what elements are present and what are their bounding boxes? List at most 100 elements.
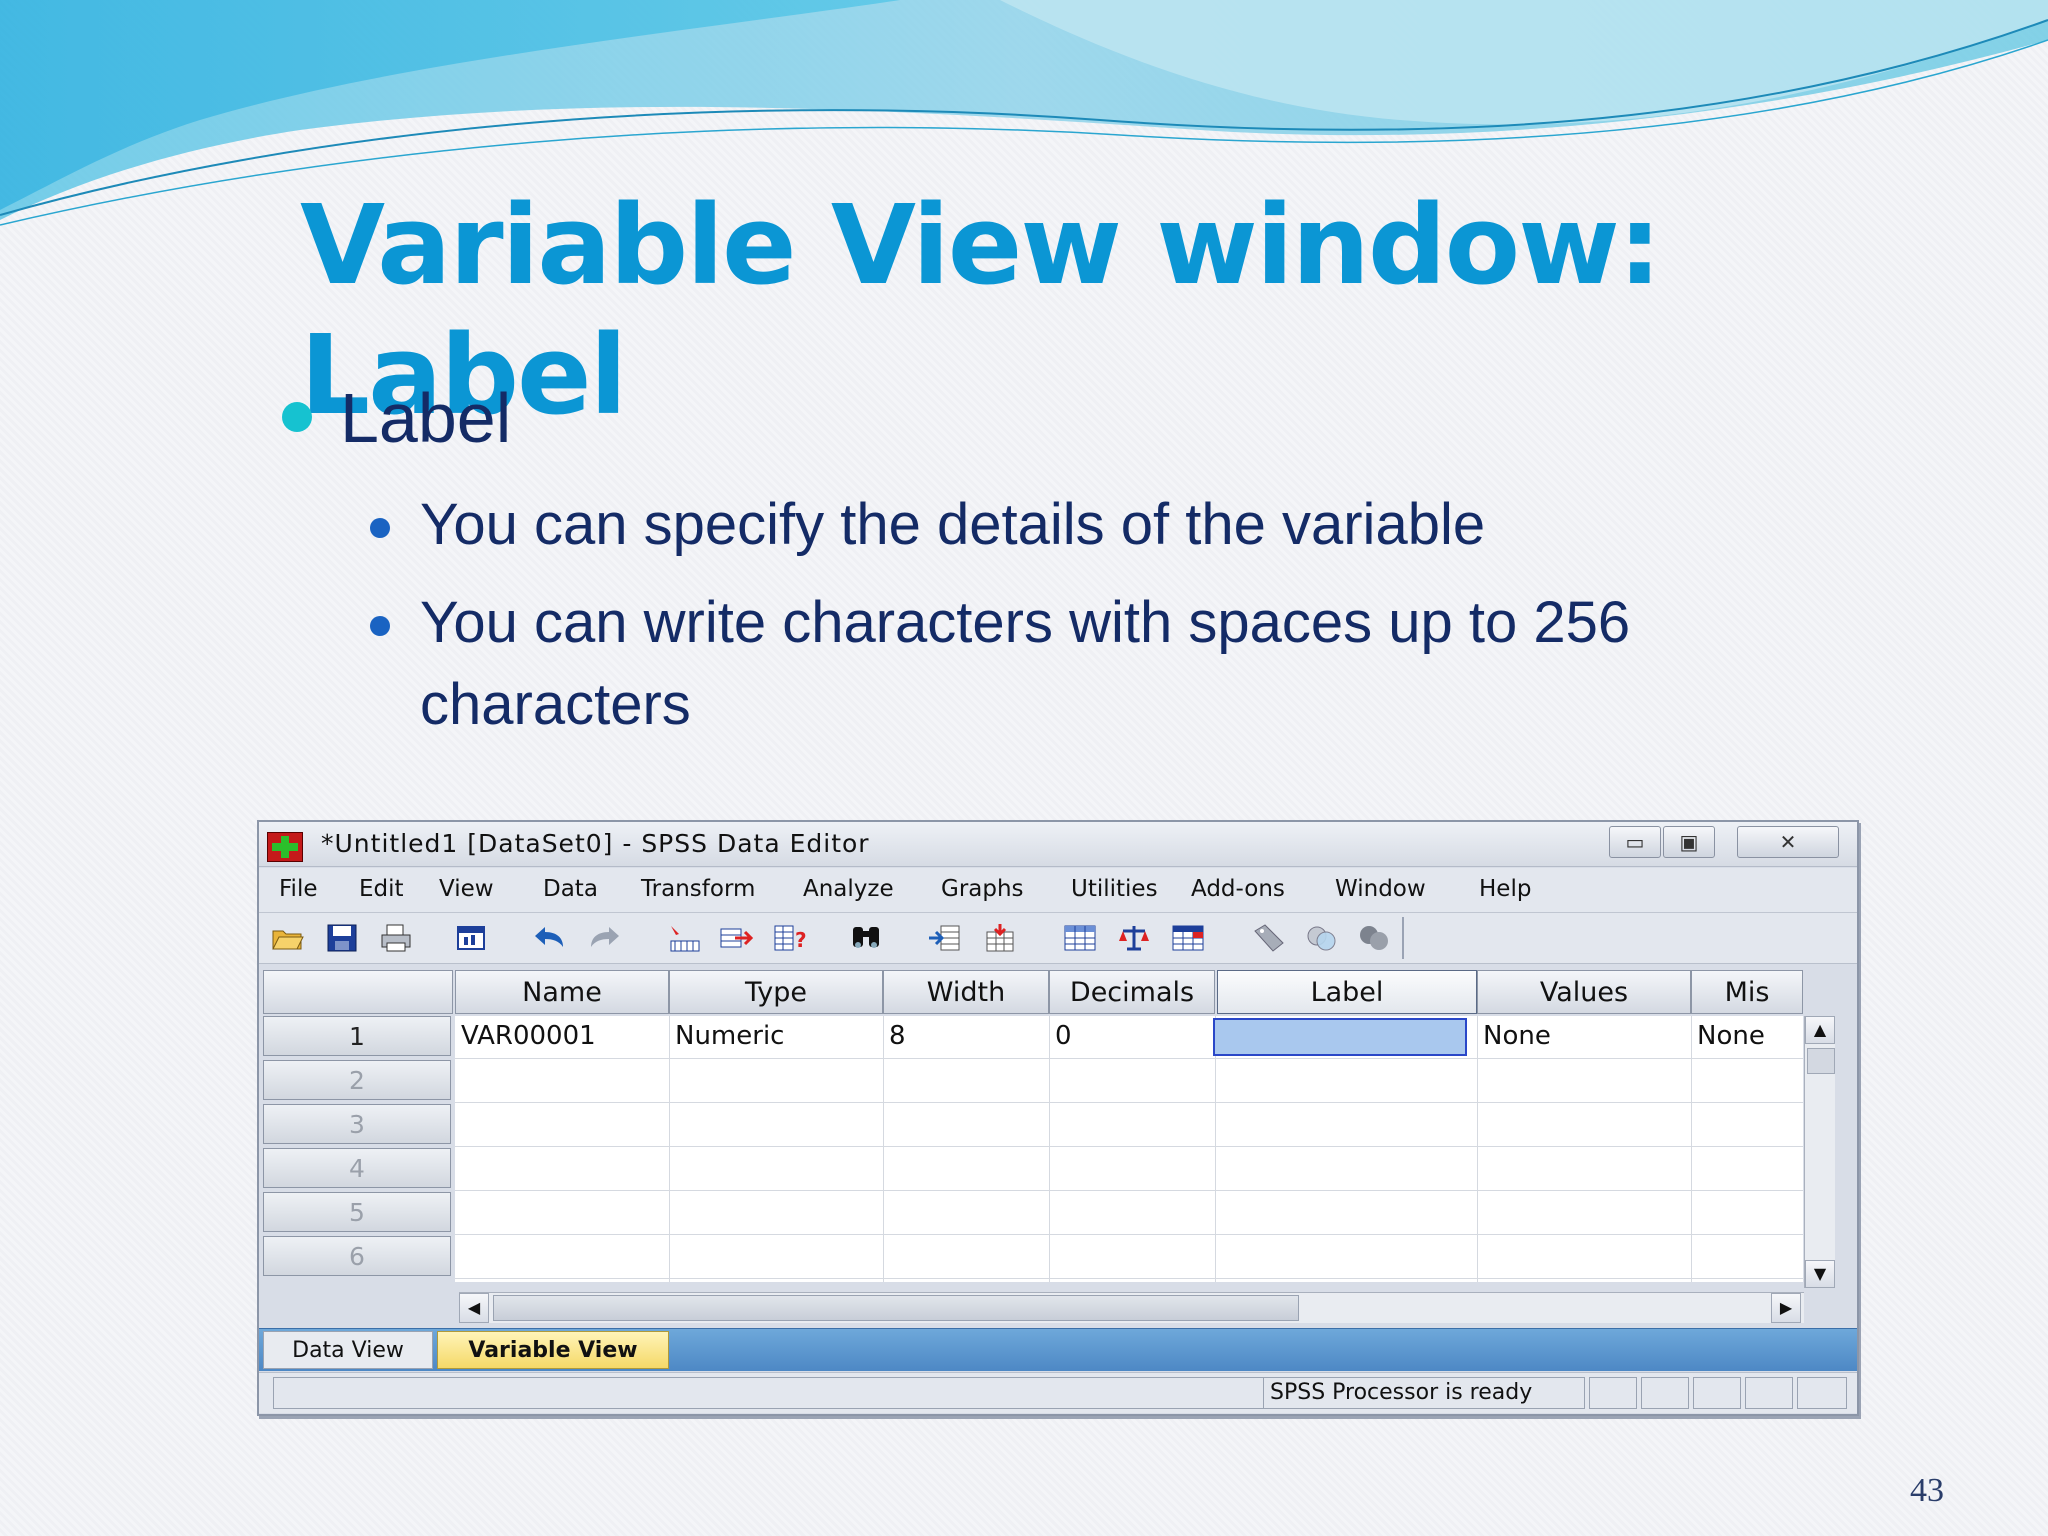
page-number: 43 [1910, 1472, 1944, 1509]
cell-label-selected[interactable] [1213, 1018, 1467, 1056]
status-pane [1589, 1377, 1637, 1409]
use-sets-icon[interactable] [1305, 923, 1339, 953]
minimize-button[interactable]: ▭ [1609, 826, 1661, 858]
horizontal-scrollbar[interactable]: ◀ ▶ [459, 1292, 1804, 1323]
menu-data[interactable]: Data [543, 876, 598, 902]
scroll-left-arrow[interactable]: ◀ [459, 1293, 489, 1323]
grid-line [883, 1016, 884, 1282]
grid-line [1691, 1016, 1692, 1282]
sub-bullet-line: characters [420, 672, 691, 737]
show-all-variables-icon[interactable] [1357, 923, 1391, 953]
svg-text:?: ? [795, 928, 807, 952]
menu-view[interactable]: View [439, 876, 494, 902]
grid-line [455, 1190, 1803, 1191]
menu-add-ons[interactable]: Add-ons [1191, 876, 1285, 902]
bullet-text: Label [340, 379, 512, 457]
sub-bullet-line: You can write characters with spaces up … [420, 590, 1631, 655]
maximize-button[interactable]: ▣ [1663, 826, 1715, 858]
vertical-scrollbar[interactable]: ▲ ▼ [1804, 1016, 1835, 1288]
save-icon[interactable] [325, 923, 359, 953]
window-titlebar[interactable]: *Untitled1 [DataSet0] - SPSS Data Editor… [259, 822, 1857, 867]
window-title: *Untitled1 [DataSet0] - SPSS Data Editor [321, 829, 870, 858]
menu-window[interactable]: Window [1335, 876, 1426, 902]
processor-status-text: SPSS Processor is ready [1270, 1380, 1533, 1405]
grid-line [455, 1058, 1803, 1059]
status-pane [1641, 1377, 1689, 1409]
sub-bullet-dot [370, 518, 390, 538]
sub-bullet-text: You can write characters with spaces up … [420, 582, 1630, 746]
undo-icon[interactable] [533, 923, 567, 953]
row-header[interactable]: 5 [263, 1192, 451, 1232]
cell-name[interactable]: VAR00001 [461, 1016, 596, 1056]
goto-variable-icon[interactable] [719, 923, 753, 953]
open-icon[interactable] [271, 923, 305, 953]
grid-line [1049, 1016, 1050, 1282]
vertical-scroll-thumb[interactable] [1807, 1048, 1835, 1074]
close-button[interactable]: ✕ [1737, 826, 1839, 858]
sub-bullet-text: You can specify the details of the varia… [420, 492, 1486, 557]
sub-bullet-dot [370, 616, 390, 636]
column-header-label[interactable]: Label [1217, 970, 1477, 1014]
view-tabs: Data View Variable View [259, 1328, 1857, 1371]
insert-variable-icon[interactable] [983, 923, 1017, 953]
bullet-dot [282, 402, 312, 432]
cell-decimals[interactable]: 0 [1055, 1016, 1072, 1056]
grid-line [455, 1102, 1803, 1103]
cell-missing[interactable]: None [1697, 1016, 1765, 1056]
status-pane-processor: SPSS Processor is ready [1263, 1377, 1585, 1409]
row-header[interactable]: 4 [263, 1148, 451, 1188]
horizontal-scroll-thumb[interactable] [493, 1295, 1299, 1321]
scroll-up-arrow[interactable]: ▲ [1805, 1016, 1835, 1044]
column-header-decimals[interactable]: Decimals [1049, 970, 1215, 1014]
column-header-values[interactable]: Values [1477, 970, 1691, 1014]
toolbar: ? [259, 913, 1857, 964]
tab-variable-view[interactable]: Variable View [437, 1331, 669, 1369]
column-header-missing[interactable]: Mis [1691, 970, 1803, 1014]
weight-cases-icon[interactable] [1117, 923, 1151, 953]
cell-type[interactable]: Numeric [675, 1016, 784, 1056]
find-icon[interactable] [849, 923, 883, 953]
split-file-icon[interactable] [1063, 923, 1097, 953]
spss-data-editor-window: *Untitled1 [DataSet0] - SPSS Data Editor… [257, 820, 1859, 1416]
scroll-down-arrow[interactable]: ▼ [1805, 1260, 1835, 1288]
cell-width[interactable]: 8 [889, 1016, 906, 1056]
column-header-name[interactable]: Name [455, 970, 669, 1014]
corner-header [263, 970, 453, 1014]
menu-edit[interactable]: Edit [359, 876, 404, 902]
dialog-recall-icon[interactable] [455, 923, 489, 953]
spss-app-icon [267, 832, 303, 862]
menu-transform[interactable]: Transform [641, 876, 755, 902]
slide: Variable View window: Label Label You ca… [0, 0, 2048, 1536]
grid-line [455, 1234, 1803, 1235]
status-pane [1693, 1377, 1741, 1409]
grid-cells: VAR00001 Numeric 8 0 None None [455, 1016, 1803, 1282]
row-header[interactable]: 6 [263, 1236, 451, 1276]
menu-file[interactable]: File [279, 876, 318, 902]
value-labels-icon[interactable] [1251, 923, 1285, 953]
select-cases-icon[interactable] [1171, 923, 1205, 953]
column-header-width[interactable]: Width [883, 970, 1049, 1014]
column-header-type[interactable]: Type [669, 970, 883, 1014]
menu-analyze[interactable]: Analyze [803, 876, 894, 902]
row-header[interactable]: 2 [263, 1060, 451, 1100]
menu-bar: File Edit View Data Transform Analyze Gr… [259, 868, 1857, 913]
variables-icon[interactable]: ? [773, 923, 807, 953]
insert-cases-icon[interactable] [927, 923, 961, 953]
status-pane-empty [273, 1377, 1275, 1409]
tab-data-view[interactable]: Data View [263, 1331, 433, 1369]
toolbar-separator [1402, 917, 1404, 959]
menu-utilities[interactable]: Utilities [1071, 876, 1158, 902]
print-icon[interactable] [379, 923, 413, 953]
status-bar: SPSS Processor is ready [259, 1372, 1857, 1413]
cell-values[interactable]: None [1483, 1016, 1551, 1056]
goto-case-icon[interactable] [667, 923, 701, 953]
row-header[interactable]: 1 [263, 1016, 451, 1056]
menu-graphs[interactable]: Graphs [941, 876, 1024, 902]
scroll-right-arrow[interactable]: ▶ [1771, 1293, 1801, 1323]
grid-line [455, 1146, 1803, 1147]
slide-title: Variable View window: Label [300, 181, 1662, 439]
row-header[interactable]: 3 [263, 1104, 451, 1144]
menu-help[interactable]: Help [1479, 876, 1531, 902]
redo-icon[interactable] [587, 923, 621, 953]
grid-line [455, 1278, 1803, 1279]
